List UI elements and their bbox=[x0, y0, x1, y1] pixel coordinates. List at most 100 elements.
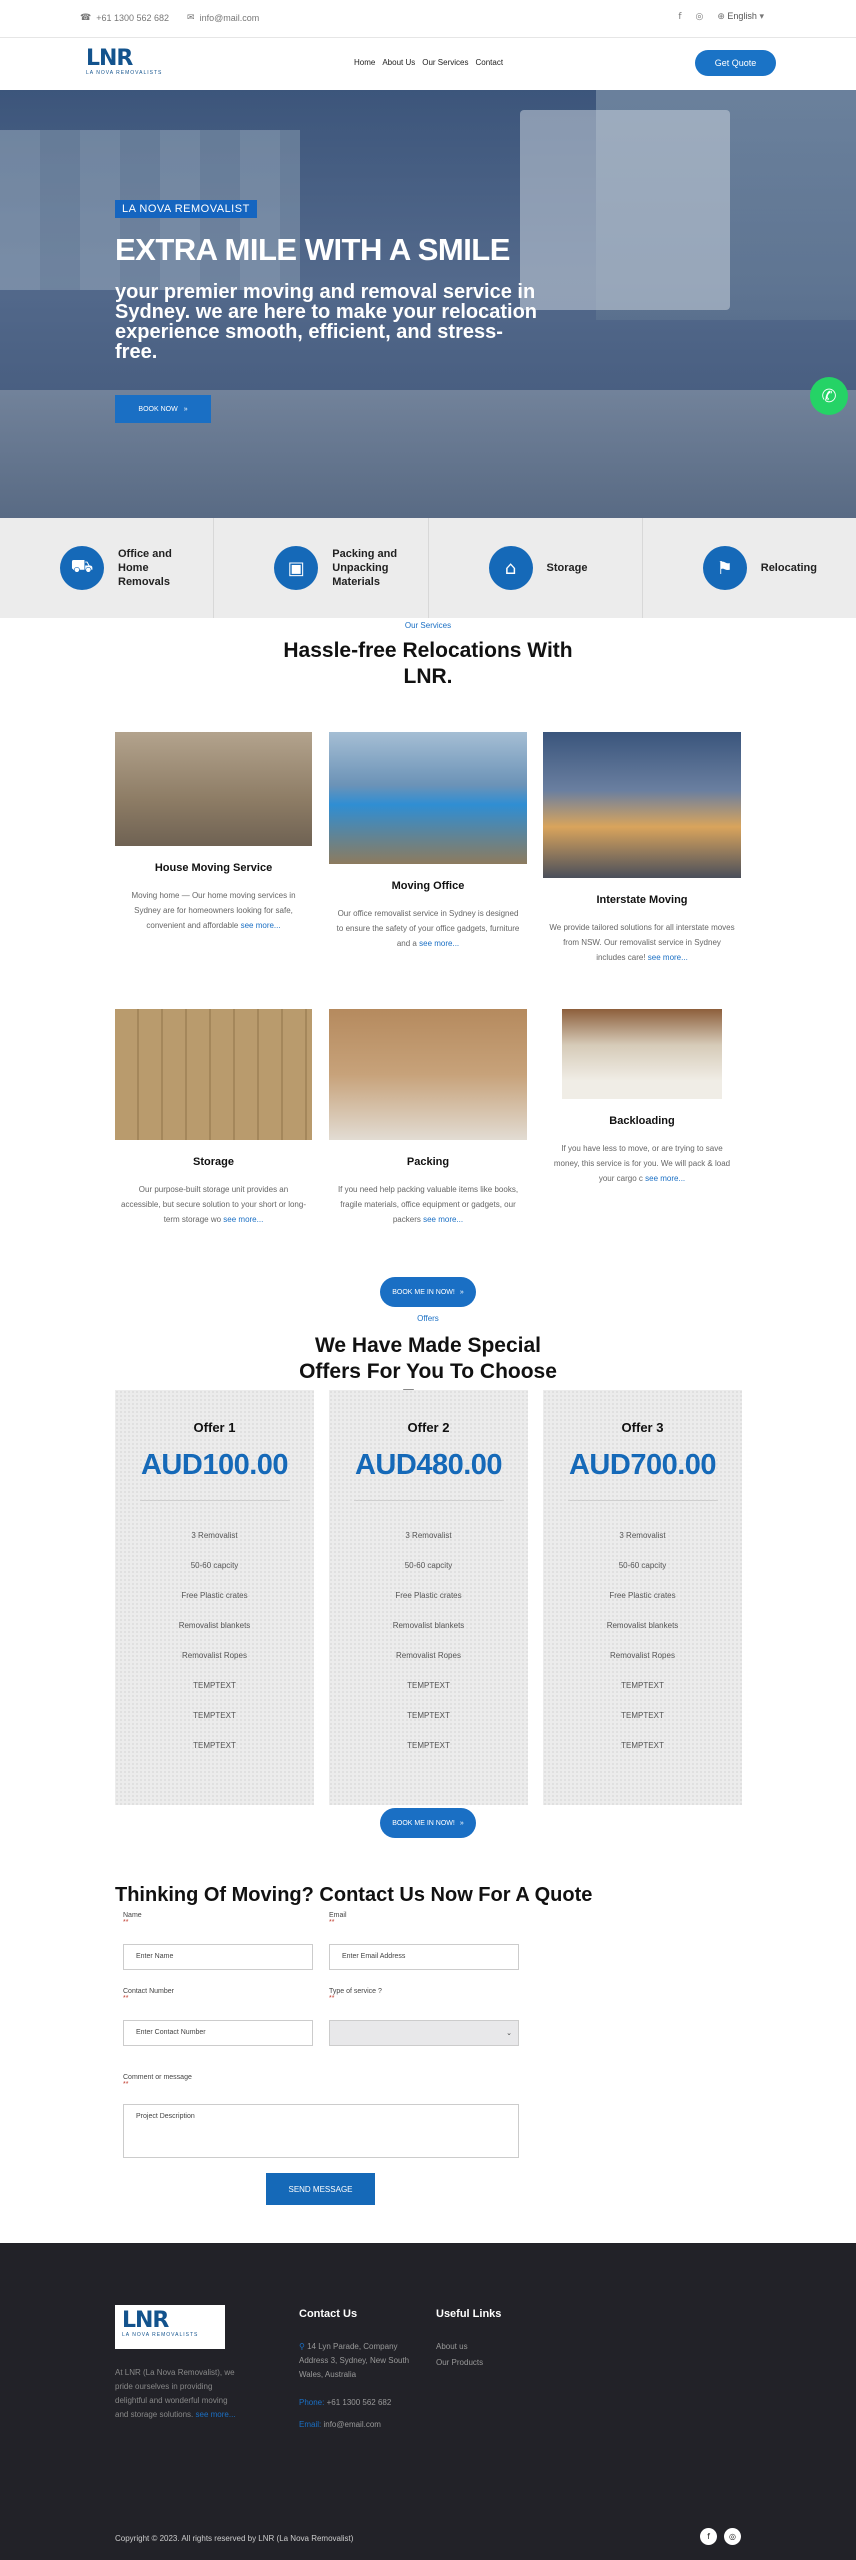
service-desc: Our purpose-built storage unit provides … bbox=[115, 1182, 312, 1227]
form-title: Thinking Of Moving? Contact Us Now For A… bbox=[115, 1884, 593, 1906]
see-more-link[interactable]: see more... bbox=[423, 1215, 463, 1224]
offer-card: Offer 3 AUD700.00 3 Removalist 50-60 cap… bbox=[543, 1390, 742, 1805]
double-chevron-icon: » bbox=[459, 1819, 464, 1827]
send-message-button[interactable]: SEND MESSAGE bbox=[266, 2173, 375, 2205]
see-more-link[interactable]: see more... bbox=[241, 921, 281, 930]
book-now-label: BOOK NOW bbox=[138, 405, 178, 413]
nav-about[interactable]: About Us bbox=[382, 58, 415, 67]
instagram-icon[interactable]: ◎ bbox=[724, 2528, 741, 2545]
offer-feature: Removalist Ropes bbox=[396, 1651, 461, 1660]
service-desc: We provide tailored solutions for all in… bbox=[543, 920, 741, 965]
feature-relocating: ⚑ Relocating bbox=[643, 518, 856, 618]
service-card[interactable]: Moving Office Our office removalist serv… bbox=[329, 732, 527, 951]
instagram-icon[interactable]: ◎ bbox=[696, 12, 704, 22]
facebook-icon[interactable]: f bbox=[678, 12, 681, 22]
top-phone-text: +61 1300 562 682 bbox=[96, 13, 170, 23]
hero-truck-image bbox=[520, 110, 730, 310]
top-contact: ☎ +61 1300 562 682 ✉ info@mail.com bbox=[80, 13, 259, 23]
book-me-label: BOOK ME IN NOW! bbox=[392, 1288, 455, 1296]
required-mark: ** bbox=[123, 1919, 129, 1926]
get-quote-button[interactable]: Get Quote bbox=[695, 50, 776, 76]
book-me-label: BOOK ME IN NOW! bbox=[392, 1819, 455, 1827]
service-card[interactable]: House Moving Service Moving home — Our h… bbox=[115, 732, 312, 933]
nav-services[interactable]: Our Services bbox=[422, 58, 468, 67]
book-now-button[interactable]: BOOK NOW » bbox=[115, 395, 211, 423]
truck-icon: ⛟ bbox=[60, 546, 104, 590]
name-label: Name ** bbox=[123, 1912, 142, 1926]
service-card[interactable]: Packing If you need help packing valuabl… bbox=[329, 1009, 527, 1227]
offer-name: Offer 1 bbox=[193, 1420, 236, 1435]
divider bbox=[567, 1500, 718, 1501]
see-more-link[interactable]: see more... bbox=[648, 953, 688, 962]
comment-textarea[interactable]: Project Description bbox=[123, 2104, 519, 2158]
map-pin-icon: ⚲ bbox=[299, 2342, 305, 2351]
offer-feature: Removalist blankets bbox=[178, 1621, 251, 1630]
required-mark: ** bbox=[123, 1995, 129, 2002]
footer-link-about[interactable]: About us bbox=[436, 2340, 468, 2354]
top-email[interactable]: ✉ info@mail.com bbox=[187, 13, 259, 23]
service-desc-text: Our purpose-built storage unit provides … bbox=[121, 1185, 306, 1224]
footer-phone-text: +61 1300 562 682 bbox=[326, 2398, 392, 2407]
service-desc: Moving home — Our home moving services i… bbox=[115, 888, 312, 933]
offer-feature: Removalist blankets bbox=[392, 1621, 465, 1630]
offer-features: 3 Removalist 50-60 capcity Free Plastic … bbox=[543, 1521, 742, 1761]
chevron-down-icon: ⌄ bbox=[506, 2030, 512, 2037]
footer-phone[interactable]: Phone: +61 1300 562 682 bbox=[299, 2396, 391, 2410]
required-mark: ** bbox=[123, 2081, 129, 2088]
service-desc: If you need help packing valuable items … bbox=[329, 1182, 527, 1227]
name-input[interactable]: Enter Name bbox=[123, 1944, 313, 1970]
email-label-text: Email bbox=[329, 1912, 347, 1919]
feature-label: Relocating bbox=[760, 562, 817, 574]
logo-sub: LA NOVA REMOVALISTS bbox=[86, 70, 163, 76]
feature-label: Office and Home Removals bbox=[118, 548, 172, 588]
top-right: f ◎ ⊕ English ▾ bbox=[678, 11, 764, 22]
language-label: English bbox=[727, 11, 757, 21]
hero-badge: LA NOVA REMOVALIST bbox=[115, 200, 257, 218]
nav-menu: Home About Us Our Services Contact bbox=[354, 58, 503, 67]
contact-number-input[interactable]: Enter Contact Number bbox=[123, 2020, 313, 2046]
footer-logo[interactable]: LNR LA NOVA REMOVALISTS bbox=[115, 2305, 225, 2349]
email-label: Email ** bbox=[329, 1912, 347, 1926]
footer-email[interactable]: Email: info@email.com bbox=[299, 2418, 381, 2432]
nav-contact[interactable]: Contact bbox=[475, 58, 503, 67]
divider bbox=[139, 1500, 290, 1501]
headset-icon: ☎ bbox=[80, 13, 92, 23]
divider bbox=[353, 1500, 504, 1501]
offer-feature: 3 Removalist bbox=[405, 1531, 452, 1540]
service-image-office bbox=[329, 732, 527, 864]
offer-feature: Removalist blankets bbox=[606, 1621, 679, 1630]
map-icon: ⚑ bbox=[702, 546, 747, 590]
offers-book-me-in-button[interactable]: BOOK ME IN NOW! » bbox=[380, 1808, 476, 1838]
facebook-icon[interactable]: f bbox=[700, 2528, 717, 2545]
see-more-link[interactable]: see more... bbox=[223, 1215, 263, 1224]
footer-link-products[interactable]: Our Products bbox=[436, 2356, 483, 2370]
box-icon: ▣ bbox=[274, 546, 319, 590]
service-card[interactable]: Interstate Moving We provide tailored so… bbox=[543, 732, 741, 965]
phone-label: Contact Number ** bbox=[123, 1988, 174, 2002]
offer-feature: Removalist Ropes bbox=[182, 1651, 247, 1660]
service-image-interstate bbox=[543, 732, 741, 878]
email-input[interactable]: Enter Email Address bbox=[329, 1944, 519, 1970]
service-title: House Moving Service bbox=[154, 862, 273, 874]
service-card[interactable]: Storage Our purpose-built storage unit p… bbox=[115, 1009, 312, 1227]
service-image-packing bbox=[329, 1009, 527, 1140]
service-desc: If you have less to move, or are trying … bbox=[543, 1141, 741, 1186]
site-logo[interactable]: LNR LA NOVA REMOVALISTS bbox=[86, 48, 178, 80]
see-more-link[interactable]: see more... bbox=[645, 1174, 685, 1183]
nav-home[interactable]: Home bbox=[354, 58, 375, 67]
service-card[interactable]: Backloading If you have less to move, or… bbox=[543, 1009, 741, 1186]
service-type-select[interactable]: ⌄ bbox=[329, 2020, 519, 2046]
feature-label: Storage bbox=[546, 562, 588, 574]
offer-feature: 3 Removalist bbox=[619, 1531, 666, 1540]
offer-name: Offer 2 bbox=[407, 1420, 450, 1435]
see-more-link[interactable]: see more... bbox=[419, 939, 459, 948]
language-select[interactable]: ⊕ English ▾ bbox=[717, 11, 764, 22]
top-phone[interactable]: ☎ +61 1300 562 682 bbox=[80, 13, 169, 23]
service-title: Moving Office bbox=[391, 880, 465, 892]
whatsapp-icon[interactable]: ✆ bbox=[810, 377, 848, 415]
double-chevron-icon: » bbox=[459, 1288, 464, 1296]
footer-see-more-link[interactable]: see more... bbox=[196, 2410, 236, 2419]
offer-feature: Removalist Ropes bbox=[610, 1651, 675, 1660]
offer-feature: TEMPTEXT bbox=[193, 1741, 236, 1750]
book-me-in-button[interactable]: BOOK ME IN NOW! » bbox=[380, 1277, 476, 1307]
